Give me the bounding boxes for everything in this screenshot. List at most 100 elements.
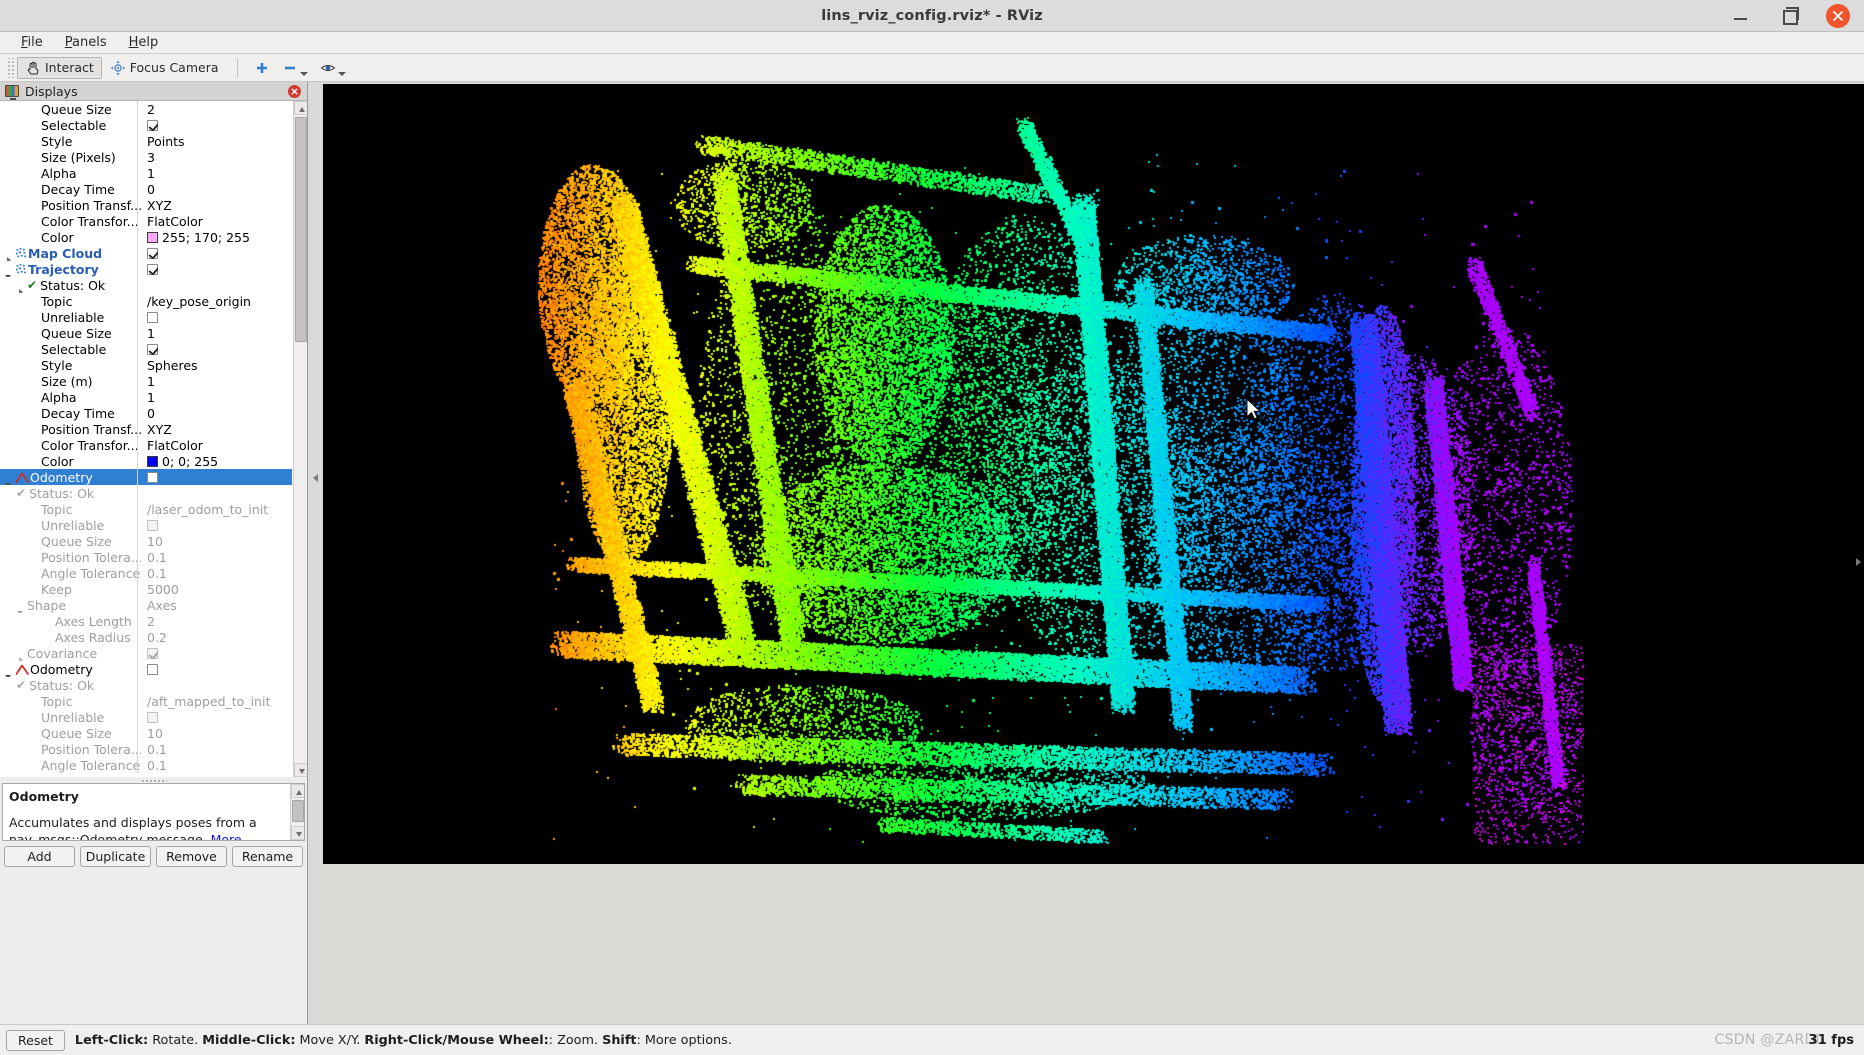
tree-row-value[interactable]: 1 (141, 326, 155, 341)
tree-row-value[interactable] (141, 663, 158, 675)
tree-row-value[interactable]: FlatColor (141, 214, 203, 229)
tree-row[interactable]: Queue Size 10 (0, 725, 292, 741)
duplicate-button[interactable]: Duplicate (80, 846, 151, 867)
tree-row-value[interactable]: 255; 170; 255 (141, 230, 250, 245)
toolbar-grip[interactable] (6, 57, 14, 78)
tree-row-value[interactable] (141, 119, 158, 131)
tree-row-value[interactable]: 0; 0; 255 (141, 454, 218, 469)
tree-row-value[interactable] (141, 711, 158, 723)
tree-row-value[interactable]: /aft_mapped_to_init (141, 694, 270, 709)
tree-row[interactable]: Position Transf... XYZ (0, 197, 292, 213)
tree-row[interactable]: Odometry (0, 469, 292, 485)
tree-row[interactable]: Alpha 1 (0, 389, 292, 405)
tree-row[interactable]: Keep 5000 (0, 581, 292, 597)
tree-row[interactable]: Color 0; 0; 255 (0, 453, 292, 469)
scroll-up-icon[interactable] (294, 101, 307, 115)
tree-row[interactable]: Position Transf... XYZ (0, 421, 292, 437)
tree-row-value[interactable]: Points (141, 134, 185, 149)
checkbox[interactable] (147, 647, 158, 659)
pointcloud-canvas[interactable] (323, 84, 1864, 864)
tree-row[interactable]: Axes Length 2 (0, 613, 292, 629)
tree-row[interactable]: Trajectory (0, 261, 292, 277)
tree-row-value[interactable]: 0 (141, 182, 155, 197)
tree-row[interactable]: Style Points (0, 133, 292, 149)
tree-row-value[interactable]: 0.1 (141, 566, 167, 581)
close-icon[interactable] (1826, 4, 1850, 28)
tree-row-value[interactable] (141, 247, 158, 259)
checkbox[interactable] (147, 311, 158, 323)
tree-row[interactable]: Unreliable (0, 709, 292, 725)
reset-button[interactable]: Reset (6, 1029, 65, 1051)
tree-row[interactable]: Selectable (0, 117, 292, 133)
tree-row-value[interactable]: XYZ (141, 422, 172, 437)
render-viewport[interactable] (323, 84, 1864, 864)
tree-row-value[interactable]: 1 (141, 166, 155, 181)
desc-scroll-down-icon[interactable] (291, 826, 304, 840)
tree-scroll-thumb[interactable] (295, 117, 307, 342)
tree-row-value[interactable]: 1 (141, 390, 155, 405)
dock-collapse-handle[interactable] (312, 470, 320, 488)
tree-row-value[interactable]: Spheres (141, 358, 198, 373)
select-button[interactable] (276, 60, 314, 76)
chevron-down-icon-2[interactable] (337, 71, 346, 76)
tree-row[interactable]: Alpha 1 (0, 165, 292, 181)
tree-row[interactable]: Color Transfor... FlatColor (0, 213, 292, 229)
tree-row-value[interactable]: 0 (141, 406, 155, 421)
tree-row[interactable]: Angle Tolerance 0.1 (0, 757, 292, 773)
menu-help[interactable]: Help (118, 33, 170, 52)
tree-row-value[interactable]: 0.2 (141, 630, 167, 645)
tree-row-value[interactable]: 10 (141, 726, 163, 741)
tree-row-value[interactable]: 0.1 (141, 742, 167, 757)
tree-row[interactable]: Map Cloud (0, 245, 292, 261)
tree-row-value[interactable]: 5000 (141, 582, 179, 597)
checkbox[interactable] (147, 119, 158, 131)
tree-row-value[interactable]: /key_pose_origin (141, 294, 251, 309)
tree-row[interactable]: Shape Axes (0, 597, 292, 613)
tree-row-value[interactable] (141, 519, 158, 531)
tree-row[interactable]: Size (Pixels) 3 (0, 149, 292, 165)
tree-row[interactable]: Covariance (0, 645, 292, 661)
tree-row-value[interactable]: 2 (141, 102, 155, 117)
tree-row[interactable]: ✔ Status: Ok (0, 677, 292, 693)
desc-scroll-up-icon[interactable] (291, 784, 304, 798)
checkbox[interactable] (147, 247, 158, 259)
checkbox[interactable] (147, 711, 158, 723)
color-swatch[interactable] (147, 231, 158, 243)
chevron-down-icon[interactable] (299, 71, 308, 76)
tree-row-value[interactable]: 0.1 (141, 758, 167, 773)
tree-row-value[interactable] (141, 343, 158, 355)
tree-row[interactable]: Position Tolera... 0.1 (0, 741, 292, 757)
camera-type-button[interactable] (314, 60, 352, 76)
tree-row[interactable]: Angle Tolerance 0.1 (0, 565, 292, 581)
tree-row[interactable]: Position Tolera... 0.1 (0, 549, 292, 565)
tree-row[interactable]: ✔ Status: Ok (0, 485, 292, 501)
tree-row-value[interactable]: /laser_odom_to_init (141, 502, 268, 517)
tree-row[interactable]: Size (m) 1 (0, 373, 292, 389)
tree-row-value[interactable]: 1 (141, 374, 155, 389)
checkbox[interactable] (147, 471, 158, 483)
tree-row-value[interactable] (141, 263, 158, 275)
add-button[interactable]: Add (4, 846, 75, 867)
checkbox[interactable] (147, 663, 158, 675)
tree-row-value[interactable]: 0.1 (141, 550, 167, 565)
tree-row[interactable]: Topic/aft_mapped_to_init (0, 693, 292, 709)
tree-row[interactable]: Color 255; 170; 255 (0, 229, 292, 245)
rename-button[interactable]: Rename (232, 846, 303, 867)
tree-row[interactable]: Unreliable (0, 517, 292, 533)
tree-scrollbar[interactable] (293, 101, 307, 777)
tree-row-value[interactable]: 3 (141, 150, 155, 165)
tree-row[interactable]: Decay Time 0 (0, 405, 292, 421)
interact-button[interactable]: Interact (17, 56, 102, 79)
tree-row[interactable]: Axes Radius 0.2 (0, 629, 292, 645)
display-tree[interactable]: Queue Size 2 Selectable Style Points Size (Pi… (0, 101, 292, 773)
maximize-icon[interactable] (1778, 5, 1800, 27)
checkbox[interactable] (147, 343, 158, 355)
tree-row-value[interactable]: FlatColor (141, 438, 203, 453)
checkbox[interactable] (147, 519, 158, 531)
scroll-down-icon[interactable] (294, 763, 307, 777)
tree-row-value[interactable]: XYZ (141, 198, 172, 213)
tree-row[interactable]: Topic/key_pose_origin (0, 293, 292, 309)
tree-row-value[interactable]: 2 (141, 614, 155, 629)
tree-row[interactable]: Queue Size 1 (0, 325, 292, 341)
minimize-icon[interactable] (1730, 5, 1752, 27)
